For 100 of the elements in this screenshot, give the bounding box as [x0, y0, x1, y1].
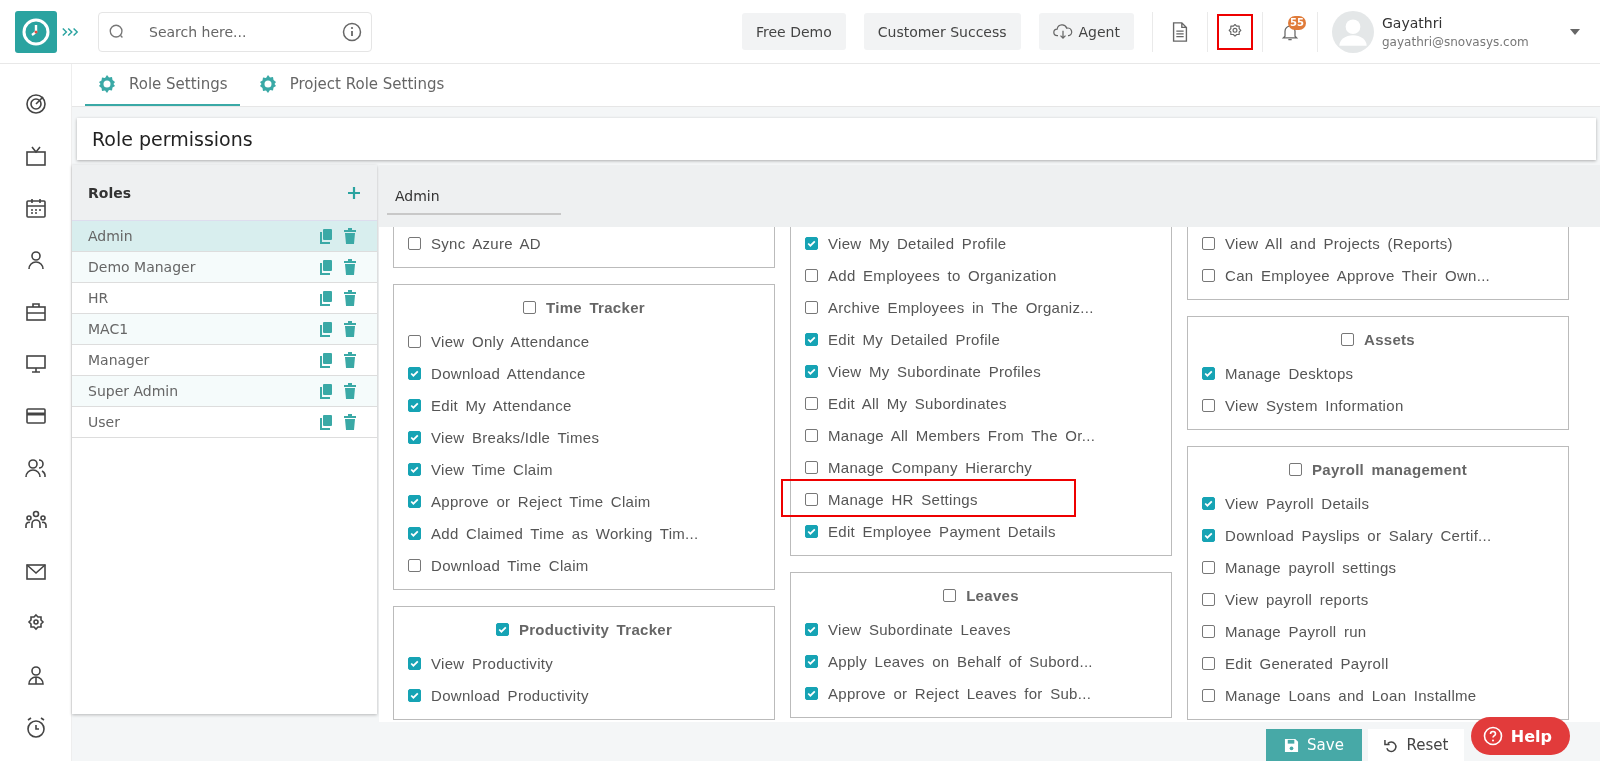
role-item[interactable]: MAC1 — [72, 314, 377, 345]
copy-icon[interactable] — [319, 321, 333, 337]
undo-icon — [1383, 737, 1399, 753]
checkbox[interactable] — [1202, 366, 1215, 380]
checkbox[interactable] — [805, 332, 818, 346]
checkbox[interactable] — [805, 460, 818, 474]
checkbox[interactable] — [408, 236, 421, 250]
section-title: Leaves — [966, 586, 1019, 604]
checkbox[interactable] — [805, 686, 818, 700]
header-button[interactable]: Free Demo — [741, 13, 846, 50]
checkbox[interactable] — [805, 236, 818, 250]
checkbox[interactable] — [1202, 624, 1215, 638]
copy-icon[interactable] — [319, 383, 333, 399]
tab[interactable]: Project Role Settings — [245, 64, 457, 106]
section-title: Assets — [1364, 330, 1415, 348]
checkbox[interactable] — [408, 558, 421, 572]
permission-label: Manage All Members From The Or... — [828, 426, 1096, 444]
checkbox[interactable] — [408, 494, 421, 508]
checkbox[interactable] — [1202, 688, 1215, 702]
checkbox[interactable] — [408, 656, 421, 670]
copy-icon[interactable] — [319, 228, 333, 244]
checkbox[interactable] — [1341, 332, 1354, 346]
checkbox[interactable] — [805, 364, 818, 378]
calendar-icon[interactable] — [23, 196, 48, 220]
permission-label: Download Payslips or Salary Certif... — [1225, 526, 1492, 544]
permission-label: View My Detailed Profile — [828, 234, 1007, 252]
delete-icon[interactable] — [343, 259, 357, 275]
delete-icon[interactable] — [343, 383, 357, 399]
checkbox[interactable] — [1202, 560, 1215, 574]
checkbox[interactable] — [1202, 528, 1215, 542]
header-button[interactable]: Agent — [1038, 13, 1134, 50]
permission-label: View System Information — [1225, 396, 1404, 414]
checkbox[interactable] — [805, 428, 818, 442]
save-icon — [1284, 737, 1300, 753]
briefcase-icon[interactable] — [23, 300, 48, 324]
add-icon[interactable] — [347, 185, 361, 200]
permission-label: Approve or Reject Time Claim — [431, 492, 651, 510]
checkbox[interactable] — [408, 526, 421, 540]
delete-icon[interactable] — [343, 290, 357, 306]
checkbox[interactable] — [1202, 656, 1215, 670]
role-name-field[interactable]: Admin — [387, 177, 561, 215]
permission-label: Edit All My Subordinates — [828, 394, 1007, 412]
delete-icon[interactable] — [343, 352, 357, 368]
help-button[interactable]: Help — [1470, 717, 1570, 755]
highlighted-tool-button[interactable] — [1217, 13, 1253, 50]
checkbox[interactable] — [495, 622, 509, 636]
role-name: Demo Manager — [88, 259, 197, 275]
target-icon[interactable] — [23, 92, 48, 116]
checkbox[interactable] — [943, 588, 957, 602]
section-title: Time Tracker — [546, 298, 645, 316]
copy-icon[interactable] — [319, 290, 333, 306]
checkbox[interactable] — [1202, 592, 1215, 606]
tv-icon[interactable] — [23, 144, 48, 168]
delete-icon[interactable] — [343, 414, 357, 430]
checkbox[interactable] — [408, 398, 421, 412]
delete-icon[interactable] — [343, 321, 357, 337]
permission-label: View All and Projects (Reports) — [1225, 234, 1453, 252]
question-icon — [1482, 726, 1503, 746]
action-button[interactable]: Reset — [1368, 729, 1464, 761]
checkbox[interactable] — [1202, 398, 1215, 412]
checkbox[interactable] — [805, 300, 818, 314]
checkbox[interactable] — [408, 430, 421, 444]
role-item[interactable]: HR — [72, 283, 377, 314]
checkbox[interactable] — [408, 366, 421, 380]
search-field[interactable]: Search here... — [98, 11, 372, 52]
checkbox[interactable] — [805, 654, 818, 668]
checkbox[interactable] — [1202, 236, 1215, 250]
checkbox[interactable] — [1288, 462, 1302, 476]
expand-icon[interactable] — [61, 25, 79, 38]
checkbox[interactable] — [805, 268, 818, 282]
checkbox[interactable] — [805, 622, 818, 636]
checkbox[interactable] — [408, 688, 421, 702]
checkbox[interactable] — [523, 300, 537, 314]
checkbox[interactable] — [1202, 496, 1215, 510]
copy-icon[interactable] — [319, 259, 333, 275]
role-item[interactable]: User — [72, 407, 377, 438]
role-item[interactable]: Super Admin — [72, 376, 377, 407]
tool-button[interactable]: 55 — [1272, 13, 1308, 50]
checkbox[interactable] — [408, 334, 421, 348]
tab[interactable]: Role Settings — [85, 64, 240, 106]
role-item[interactable]: Manager — [72, 345, 377, 376]
checkbox[interactable] — [805, 524, 818, 538]
delete-icon[interactable] — [343, 228, 357, 244]
info-icon[interactable] — [342, 21, 362, 42]
caret-icon[interactable] — [1570, 28, 1580, 35]
role-item[interactable]: Admin — [72, 221, 377, 252]
permission-label: Archive Employees in The Organiz... — [828, 298, 1094, 316]
role-item[interactable]: Demo Manager — [72, 252, 377, 283]
checkbox[interactable] — [805, 396, 818, 410]
copy-icon[interactable] — [319, 352, 333, 368]
checkbox[interactable] — [1202, 268, 1215, 282]
copy-icon[interactable] — [319, 414, 333, 430]
logo-icon[interactable] — [15, 10, 57, 53]
monitor-icon[interactable] — [23, 352, 48, 376]
header-button[interactable]: Customer Success — [863, 13, 1021, 50]
permission-label: View My Subordinate Profiles — [828, 362, 1042, 380]
checkbox[interactable] — [408, 462, 421, 476]
people-icon[interactable] — [23, 456, 48, 480]
roles-title: Roles — [88, 184, 132, 201]
checkbox[interactable] — [805, 492, 818, 506]
